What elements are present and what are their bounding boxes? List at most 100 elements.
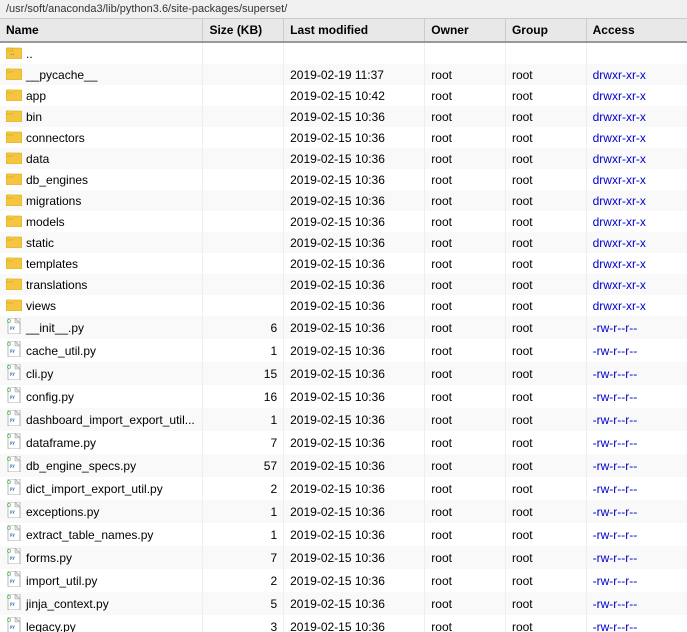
path-label: /usr/soft/anaconda3/lib/python3.6/site-p… xyxy=(6,3,287,15)
file-name: import_util.py xyxy=(26,574,97,588)
table-row[interactable]: py forms.py 7 2019-02-15 10:36 root root… xyxy=(0,546,687,569)
cell-modified: 2019-02-15 10:36 xyxy=(284,362,425,385)
folder-icon xyxy=(6,297,22,314)
table-row[interactable]: py dashboard_import_export_util... 1 201… xyxy=(0,408,687,431)
cell-owner: root xyxy=(425,615,506,632)
cell-owner: root xyxy=(425,127,506,148)
file-name: translations xyxy=(26,278,87,292)
cell-name: py dashboard_import_export_util... xyxy=(0,408,203,431)
table-row[interactable]: app 2019-02-15 10:42 root root drwxr-xr-… xyxy=(0,85,687,106)
table-row[interactable]: models 2019-02-15 10:36 root root drwxr-… xyxy=(0,211,687,232)
file-icon: py xyxy=(6,502,22,521)
cell-group: root xyxy=(505,295,586,316)
cell-name: py jinja_context.py xyxy=(0,592,203,615)
file-manager: /usr/soft/anaconda3/lib/python3.6/site-p… xyxy=(0,0,687,632)
cell-owner: root xyxy=(425,148,506,169)
cell-size: 3 xyxy=(203,615,284,632)
cell-name: py __init__.py xyxy=(0,316,203,339)
table-row[interactable]: bin 2019-02-15 10:36 root root drwxr-xr-… xyxy=(0,106,687,127)
table-row[interactable]: py dict_import_export_util.py 2 2019-02-… xyxy=(0,477,687,500)
table-row[interactable]: db_engines 2019-02-15 10:36 root root dr… xyxy=(0,169,687,190)
col-header-size[interactable]: Size (KB) xyxy=(203,19,284,42)
table-row[interactable]: migrations 2019-02-15 10:36 root root dr… xyxy=(0,190,687,211)
cell-access: drwxr-xr-x xyxy=(586,295,687,316)
cell-group: root xyxy=(505,253,586,274)
cell-access: drwxr-xr-x xyxy=(586,85,687,106)
table-row[interactable]: py cache_util.py 1 2019-02-15 10:36 root… xyxy=(0,339,687,362)
cell-owner: root xyxy=(425,454,506,477)
table-row[interactable]: views 2019-02-15 10:36 root root drwxr-x… xyxy=(0,295,687,316)
col-header-name[interactable]: Name xyxy=(0,19,203,42)
cell-size xyxy=(203,42,284,64)
table-row[interactable]: py config.py 16 2019-02-15 10:36 root ro… xyxy=(0,385,687,408)
cell-modified: 2019-02-15 10:42 xyxy=(284,85,425,106)
cell-modified: 2019-02-15 10:36 xyxy=(284,592,425,615)
cell-size xyxy=(203,190,284,211)
table-row[interactable]: py dataframe.py 7 2019-02-15 10:36 root … xyxy=(0,431,687,454)
cell-owner: root xyxy=(425,339,506,362)
cell-name: app xyxy=(0,85,203,106)
file-name: models xyxy=(26,215,65,229)
svg-text:py: py xyxy=(10,555,15,560)
cell-name: py dataframe.py xyxy=(0,431,203,454)
cell-size: 16 xyxy=(203,385,284,408)
col-header-group[interactable]: Group xyxy=(505,19,586,42)
table-row[interactable]: static 2019-02-15 10:36 root root drwxr-… xyxy=(0,232,687,253)
cell-access: -rw-r--r-- xyxy=(586,431,687,454)
table-row[interactable]: py db_engine_specs.py 57 2019-02-15 10:3… xyxy=(0,454,687,477)
cell-group: root xyxy=(505,316,586,339)
table-row[interactable]: py legacy.py 3 2019-02-15 10:36 root roo… xyxy=(0,615,687,632)
table-row[interactable]: data 2019-02-15 10:36 root root drwxr-xr… xyxy=(0,148,687,169)
cell-name: bin xyxy=(0,106,203,127)
table-row[interactable]: py import_util.py 2 2019-02-15 10:36 roo… xyxy=(0,569,687,592)
cell-group: root xyxy=(505,339,586,362)
file-icon: py xyxy=(6,341,22,360)
table-row[interactable]: py __init__.py 6 2019-02-15 10:36 root r… xyxy=(0,316,687,339)
file-icon: py xyxy=(6,571,22,590)
cell-name: py legacy.py xyxy=(0,615,203,632)
svg-text:..: .. xyxy=(10,48,14,57)
file-name: static xyxy=(26,236,54,250)
table-row[interactable]: __pycache__ 2019-02-19 11:37 root root d… xyxy=(0,64,687,85)
table-row[interactable]: connectors 2019-02-15 10:36 root root dr… xyxy=(0,127,687,148)
col-header-owner[interactable]: Owner xyxy=(425,19,506,42)
table-row[interactable]: py extract_table_names.py 1 2019-02-15 1… xyxy=(0,523,687,546)
cell-access: drwxr-xr-x xyxy=(586,253,687,274)
cell-access xyxy=(586,42,687,64)
cell-access: -rw-r--r-- xyxy=(586,316,687,339)
cell-access: -rw-r--r-- xyxy=(586,362,687,385)
table-row[interactable]: translations 2019-02-15 10:36 root root … xyxy=(0,274,687,295)
cell-owner: root xyxy=(425,592,506,615)
table-row[interactable]: py cli.py 15 2019-02-15 10:36 root root … xyxy=(0,362,687,385)
cell-size xyxy=(203,232,284,253)
cell-group: root xyxy=(505,454,586,477)
col-header-access[interactable]: Access xyxy=(586,19,687,42)
cell-access: drwxr-xr-x xyxy=(586,64,687,85)
col-header-modified[interactable]: Last modified xyxy=(284,19,425,42)
file-name: cache_util.py xyxy=(26,344,96,358)
table-row[interactable]: py exceptions.py 1 2019-02-15 10:36 root… xyxy=(0,500,687,523)
cell-group: root xyxy=(505,85,586,106)
folder-icon xyxy=(6,129,22,146)
table-row[interactable]: .. .. xyxy=(0,42,687,64)
table-row[interactable]: templates 2019-02-15 10:36 root root drw… xyxy=(0,253,687,274)
svg-text:py: py xyxy=(10,509,15,514)
cell-size: 7 xyxy=(203,546,284,569)
cell-size xyxy=(203,64,284,85)
cell-modified: 2019-02-15 10:36 xyxy=(284,431,425,454)
file-name: db_engine_specs.py xyxy=(26,459,136,473)
cell-access: -rw-r--r-- xyxy=(586,546,687,569)
cell-owner: root xyxy=(425,316,506,339)
table-row[interactable]: py jinja_context.py 5 2019-02-15 10:36 r… xyxy=(0,592,687,615)
cell-modified: 2019-02-15 10:36 xyxy=(284,523,425,546)
cell-name: py config.py xyxy=(0,385,203,408)
file-name: __init__.py xyxy=(26,321,84,335)
cell-name: .. .. xyxy=(0,42,203,64)
cell-name: views xyxy=(0,295,203,316)
file-name: forms.py xyxy=(26,551,72,565)
svg-text:py: py xyxy=(10,348,15,353)
cell-name: py exceptions.py xyxy=(0,500,203,523)
svg-text:py: py xyxy=(10,624,15,629)
cell-name: py cache_util.py xyxy=(0,339,203,362)
cell-group: root xyxy=(505,127,586,148)
